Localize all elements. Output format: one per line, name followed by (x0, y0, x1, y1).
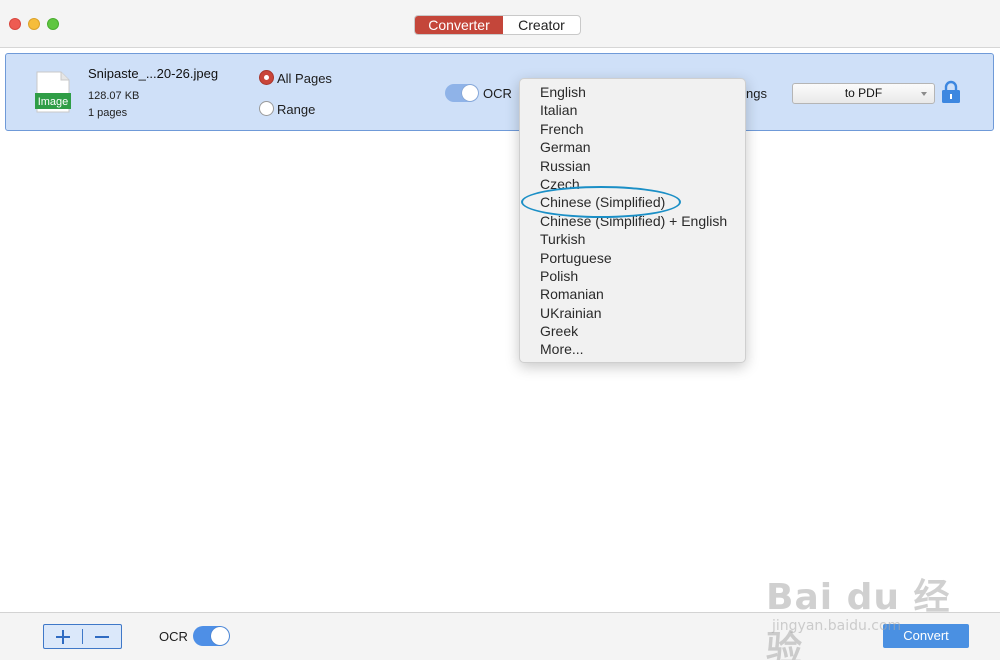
output-format-value: to PDF (844, 86, 883, 100)
range-radio[interactable] (259, 101, 274, 116)
minus-icon (95, 635, 109, 638)
menu-item-more[interactable]: More... (520, 340, 745, 358)
add-file-button[interactable] (44, 625, 82, 648)
range-label: Range (277, 102, 316, 117)
tab-converter[interactable]: Converter (415, 16, 503, 34)
menu-item-french[interactable]: French (520, 120, 745, 138)
file-ocr-toggle[interactable] (445, 84, 479, 102)
mode-switcher: Converter Creator (414, 15, 581, 35)
output-format-select[interactable]: to PDF (792, 83, 935, 104)
remove-file-button[interactable] (83, 625, 121, 648)
menu-item-romanian[interactable]: Romanian (520, 285, 745, 303)
global-ocr-toggle[interactable] (193, 626, 230, 646)
lock-icon[interactable] (941, 80, 961, 104)
ocr-language-menu: English Italian French German Russian Cz… (519, 78, 746, 363)
menu-item-german[interactable]: German (520, 138, 745, 156)
file-name: Snipaste_...20-26.jpeg (88, 66, 219, 81)
minimize-window-button[interactable] (28, 18, 40, 30)
file-row[interactable]: Image Snipaste_...20-26.jpeg 128.07 KB 1… (5, 53, 994, 131)
file-size: 128.07 KB (88, 90, 140, 102)
menu-item-polish[interactable]: Polish (520, 267, 745, 285)
file-ocr-label: OCR (483, 86, 512, 101)
plus-icon (56, 629, 70, 644)
menu-item-czech[interactable]: Czech (520, 175, 745, 193)
global-ocr-label: OCR (159, 629, 188, 644)
file-page-count: 1 pages (88, 107, 128, 119)
menu-item-greek[interactable]: Greek (520, 322, 745, 340)
menu-item-ukrainian[interactable]: UKrainian (520, 304, 745, 322)
add-remove-control (43, 624, 122, 649)
toggle-knob (462, 85, 478, 101)
settings-label: ngs (746, 86, 767, 101)
image-file-icon: Image (35, 71, 71, 113)
zoom-window-button[interactable] (47, 18, 59, 30)
menu-item-portuguese[interactable]: Portuguese (520, 249, 745, 267)
all-pages-radio[interactable] (259, 70, 274, 85)
tab-creator[interactable]: Creator (503, 16, 580, 34)
svg-text:Image: Image (38, 96, 69, 108)
all-pages-label: All Pages (277, 71, 332, 86)
bottom-toolbar: OCR Convert (0, 612, 1000, 660)
close-window-button[interactable] (9, 18, 21, 30)
convert-button[interactable]: Convert (883, 624, 969, 648)
menu-item-chinese-simplified-english[interactable]: Chinese (Simplified) + English (520, 212, 745, 230)
menu-item-russian[interactable]: Russian (520, 157, 745, 175)
chevron-down-icon (921, 92, 927, 96)
toggle-knob (211, 627, 229, 645)
menu-item-english[interactable]: English (520, 83, 745, 101)
menu-item-turkish[interactable]: Turkish (520, 230, 745, 248)
menu-item-chinese-simplified[interactable]: Chinese (Simplified) (520, 193, 745, 211)
title-bar: Converter Creator (0, 0, 1000, 48)
menu-item-italian[interactable]: Italian (520, 101, 745, 119)
